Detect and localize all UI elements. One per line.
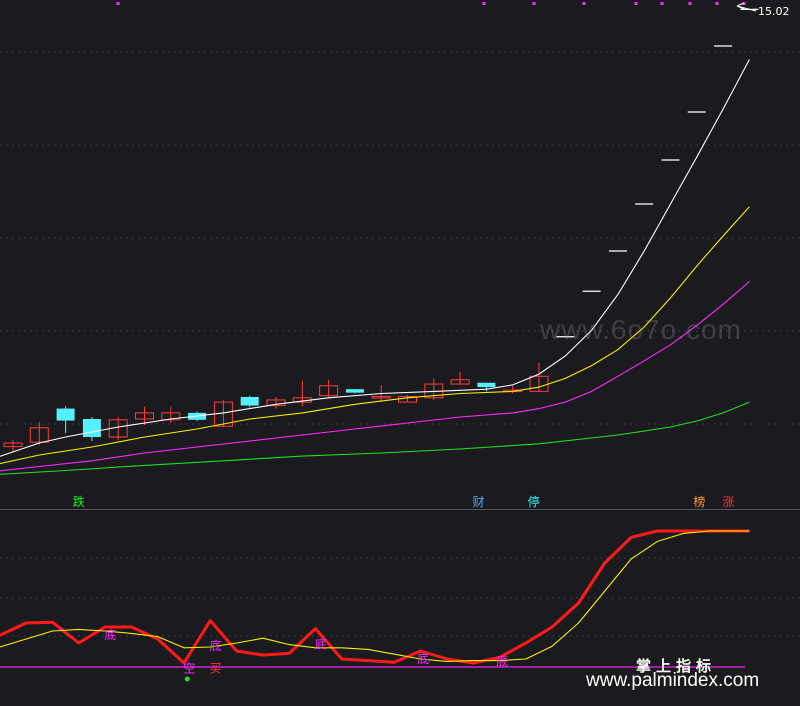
watermark-site: www.palmindex.com bbox=[586, 670, 760, 691]
top-dot bbox=[660, 2, 664, 5]
watermark-site-faint: www.6o7o.com bbox=[540, 314, 742, 345]
stock-chart: 跌财停榜涨 底底 底底 底空买 15.02 bbox=[0, 2, 800, 682]
top-dot bbox=[582, 2, 586, 5]
indicator-marker: 底 bbox=[104, 627, 116, 642]
top-markers bbox=[116, 2, 746, 5]
candle-body-down bbox=[82, 419, 101, 437]
top-dot bbox=[688, 2, 692, 5]
signal-label: 停 bbox=[528, 494, 540, 509]
signal-label: 榜 bbox=[693, 494, 705, 509]
candle-body-down bbox=[477, 382, 496, 388]
signal-label: 跌 bbox=[73, 494, 85, 509]
indicator-marker: 底 bbox=[496, 653, 508, 668]
ma-line-ma_green bbox=[0, 401, 750, 475]
indicator-marker: 底 bbox=[417, 651, 429, 666]
top-dot bbox=[715, 2, 719, 5]
signal-label: 涨 bbox=[722, 494, 734, 509]
candle-body-down bbox=[56, 408, 75, 421]
indicator-marker: 空 bbox=[183, 662, 195, 676]
signal-label: 财 bbox=[473, 495, 485, 509]
indicator-markers: 底底 底底 底空买 bbox=[104, 627, 508, 682]
indicator-marker: 买 bbox=[210, 662, 222, 676]
indicator-line-indicator_red bbox=[0, 529, 750, 665]
top-dot bbox=[116, 2, 120, 5]
candle-body-down bbox=[240, 396, 259, 406]
candlesticks bbox=[3, 8, 759, 452]
top-dot bbox=[482, 2, 486, 5]
indicator-lines bbox=[0, 529, 750, 665]
indicator-marker: 底 bbox=[210, 638, 222, 653]
ma-line-ma_white bbox=[0, 59, 750, 457]
ma-line-ma_magenta bbox=[0, 281, 750, 472]
top-dot bbox=[634, 2, 638, 5]
candle-body-down bbox=[345, 389, 364, 393]
moving-average-lines bbox=[0, 59, 750, 475]
price-label: 15.02 bbox=[736, 2, 790, 18]
price-label-text: 15.02 bbox=[758, 5, 790, 18]
top-dot bbox=[532, 2, 536, 5]
signal-labels: 跌财停榜涨 bbox=[73, 494, 735, 509]
indicator-marker: 底 bbox=[315, 637, 327, 652]
buy-point-dot bbox=[184, 676, 190, 682]
grid-lines bbox=[0, 51, 800, 668]
